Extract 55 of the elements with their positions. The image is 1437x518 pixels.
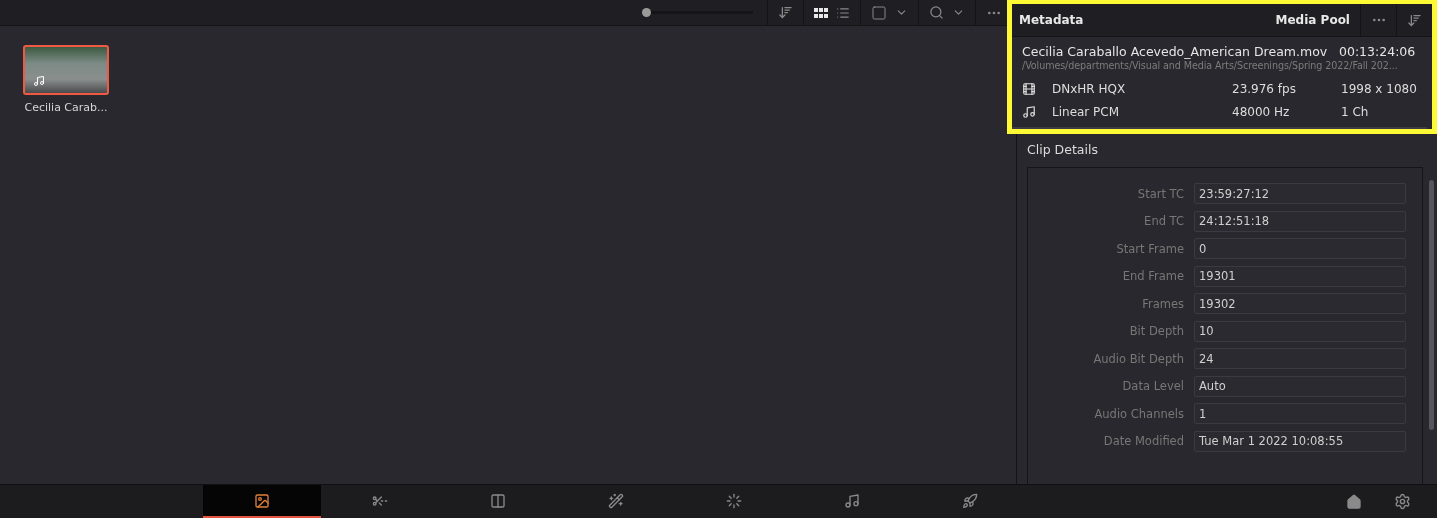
- field-label: Audio Channels: [1093, 406, 1184, 421]
- music-icon: [33, 75, 45, 87]
- rectangle-icon[interactable]: [871, 4, 887, 21]
- slider-thumb[interactable]: [642, 8, 652, 17]
- page-tab[interactable]: [203, 485, 321, 518]
- input-field[interactable]: 19302: [1194, 293, 1406, 315]
- list-view-button[interactable]: [836, 5, 850, 20]
- input-field[interactable]: 19301: [1194, 265, 1406, 287]
- stream-detail: 1998 x 1080: [1341, 81, 1417, 96]
- stream-detail: 1 Ch: [1341, 104, 1370, 119]
- rocket-icon: [962, 492, 978, 509]
- sort-icon: [1407, 12, 1422, 28]
- input-field[interactable]: Auto: [1194, 375, 1406, 397]
- field-label: Start Frame: [1115, 241, 1184, 256]
- field-label: Bit Depth: [1128, 324, 1184, 339]
- field-label: Audio Bit Depth: [1092, 351, 1184, 366]
- duration: 00:13:24:06: [1339, 44, 1417, 59]
- source-label: Media Pool: [1275, 13, 1351, 27]
- field-label: Data Level: [1121, 379, 1184, 394]
- codec: DNxHR HQX: [1052, 81, 1127, 96]
- input-field[interactable]: Tue Mar 1 2022 10:08:55: [1194, 430, 1406, 452]
- field-label: Date Modified: [1102, 434, 1184, 449]
- field-label: End TC: [1143, 214, 1184, 229]
- file-path: /Volumes/departments/Visual and Media Arts/Screenings/Spring 2022/Fall 202...: [1022, 60, 1399, 71]
- codec: Linear PCM: [1052, 104, 1121, 119]
- sort-button[interactable]: [778, 5, 793, 20]
- music-icon: [1022, 104, 1036, 119]
- panel-title: Metadata: [1018, 13, 1085, 27]
- scrollbar[interactable]: [1429, 180, 1434, 430]
- input-field[interactable]: 1: [1194, 403, 1406, 425]
- field-label: End Frame: [1121, 269, 1184, 284]
- input-field[interactable]: 10: [1194, 320, 1406, 342]
- rate: 48000 Hz: [1232, 104, 1291, 119]
- file-name: Cecilia Caraballo Acevedo_American Dream.mov: [1022, 44, 1329, 59]
- field-label: Start TC: [1136, 186, 1184, 201]
- search-icon[interactable]: [929, 5, 944, 20]
- input-field[interactable]: 24:12:51:18: [1194, 210, 1406, 232]
- home-icon[interactable]: [1346, 493, 1362, 510]
- clip-name: Cecilia Carab...: [24, 101, 108, 114]
- rate: 23.976 fps: [1232, 81, 1297, 96]
- columns-icon: [490, 492, 506, 509]
- input-field[interactable]: 24: [1194, 348, 1406, 370]
- film-icon: [1022, 81, 1036, 96]
- wand-icon: [608, 492, 624, 509]
- image-icon: [254, 492, 270, 509]
- input-field[interactable]: 0: [1194, 238, 1406, 260]
- settings-icon[interactable]: [1394, 493, 1411, 510]
- grid-view-button[interactable]: [814, 7, 828, 18]
- input-field[interactable]: 23:59:27:12: [1194, 183, 1406, 205]
- section-title: Clip Details: [1026, 141, 1099, 159]
- dotted-circle-icon: [726, 492, 742, 509]
- music-icon: [844, 492, 860, 509]
- field-label: Frames: [1141, 296, 1184, 311]
- zoom-slider[interactable]: [643, 8, 753, 17]
- photo-placeholder[interactable]: [23, 45, 109, 95]
